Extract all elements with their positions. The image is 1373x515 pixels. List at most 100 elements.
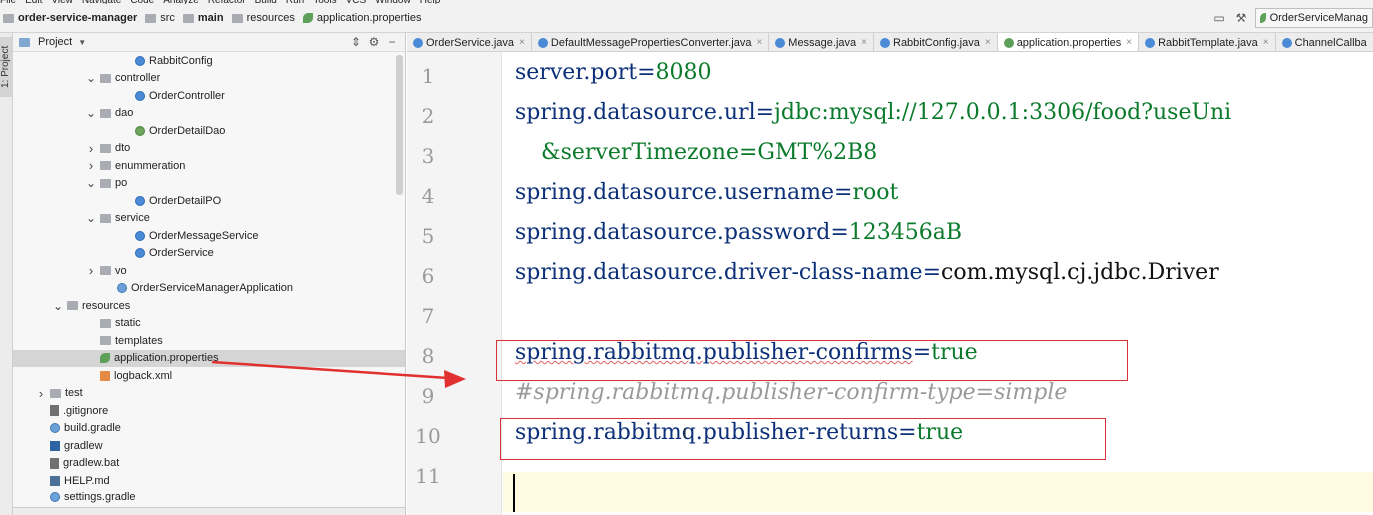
- chevron-right-icon[interactable]: ›: [35, 386, 47, 401]
- line-number: 9: [421, 384, 435, 408]
- tree-item[interactable]: › enummeration: [13, 157, 405, 175]
- breadcrumb-main[interactable]: main: [182, 12, 224, 24]
- xml-file-icon: [100, 370, 110, 381]
- close-icon[interactable]: ×: [1126, 37, 1132, 48]
- tree-item[interactable]: ⌄ service: [13, 210, 405, 228]
- tree-item[interactable]: templates: [13, 332, 405, 350]
- tree-item[interactable]: OrderDetailDao: [13, 122, 405, 140]
- editor-tab[interactable]: RabbitConfig.java ×: [874, 33, 998, 51]
- tree-item[interactable]: logback.xml: [13, 367, 405, 385]
- line-number: 6: [421, 264, 435, 288]
- current-line-highlight: [503, 472, 1373, 512]
- gear-icon[interactable]: ⚙: [365, 35, 383, 49]
- editor-tab[interactable]: DefaultMessagePropertiesConverter.java ×: [532, 33, 770, 51]
- folder-icon: [100, 266, 111, 276]
- tree-item[interactable]: gradlew: [13, 437, 405, 455]
- tree-item[interactable]: static: [13, 315, 405, 333]
- tree-item[interactable]: gradlew.bat: [13, 455, 405, 473]
- chevron-right-icon[interactable]: ›: [85, 158, 97, 173]
- folder-icon: [145, 13, 157, 23]
- breadcrumb-resources[interactable]: resources: [231, 12, 295, 24]
- tree-item[interactable]: ⌄ resources: [13, 297, 405, 315]
- code-line-4: spring.datasource.username=root: [515, 180, 899, 205]
- resources-folder-icon: [231, 13, 243, 23]
- line-number: 4: [421, 184, 435, 208]
- chevron-down-icon[interactable]: ▼: [78, 38, 86, 47]
- close-icon[interactable]: ×: [756, 37, 762, 48]
- tree-item-label: service: [115, 212, 150, 225]
- project-tool-window-button[interactable]: 1: Project: [0, 37, 13, 97]
- breadcrumb-file[interactable]: application.properties: [302, 12, 421, 24]
- window-icon[interactable]: ▭: [1211, 10, 1227, 26]
- tree-item-label: templates: [115, 334, 163, 347]
- class-icon: [413, 37, 423, 48]
- chevron-right-icon[interactable]: ›: [85, 141, 97, 156]
- tree-item-label: resources: [82, 299, 131, 312]
- highlight-box-publisher-returns: [500, 418, 1106, 460]
- project-panel: Project ▼ ⇕ ⚙ − RabbitConfig ⌄ controller O…: [13, 33, 406, 515]
- tree-item[interactable]: ⌄ controller: [13, 70, 405, 88]
- tree-item[interactable]: .gitignore: [13, 402, 405, 420]
- tree-item-label: application.properties: [114, 352, 219, 365]
- tree-item[interactable]: OrderServiceManagerApplication: [13, 280, 405, 298]
- class-icon: [1281, 37, 1292, 48]
- editor-tab[interactable]: RabbitTemplate.java ×: [1139, 33, 1276, 51]
- tree-item[interactable]: OrderService: [13, 245, 405, 263]
- chevron-down-icon[interactable]: ⌄: [52, 299, 64, 313]
- tree-item[interactable]: build.gradle: [13, 420, 405, 438]
- chevron-down-icon[interactable]: ⌄: [85, 106, 97, 120]
- code-line-9: #spring.rabbitmq.publisher-confirm-type=…: [515, 380, 1068, 405]
- tree-item[interactable]: › dto: [13, 140, 405, 158]
- close-icon[interactable]: ×: [985, 37, 991, 48]
- editor-tabs: OrderService.java × DefaultMessageProperti…: [407, 33, 1373, 52]
- chevron-down-icon[interactable]: ⌄: [85, 176, 97, 190]
- close-icon[interactable]: ×: [519, 37, 525, 48]
- tree-item[interactable]: RabbitConfig: [13, 52, 405, 70]
- folder-icon: [100, 213, 111, 223]
- text-caret: [513, 474, 515, 512]
- run-configuration-selector[interactable]: OrderServiceManag: [1255, 8, 1373, 28]
- folder-icon: [100, 336, 111, 346]
- tree-item[interactable]: › vo: [13, 262, 405, 280]
- editor-tab[interactable]: ChannelCallba: [1276, 33, 1373, 51]
- tree-item[interactable]: application.properties: [13, 349, 405, 367]
- project-panel-title: Project: [38, 36, 73, 48]
- tree-item-label: static: [115, 317, 141, 330]
- editor-tab[interactable]: application.properties ×: [997, 33, 1140, 51]
- class-icon: [537, 37, 548, 48]
- tree-item[interactable]: OrderController: [13, 87, 405, 105]
- tree-item-label: build.gradle: [64, 422, 121, 435]
- chevron-down-icon[interactable]: ⌄: [85, 71, 97, 85]
- breadcrumb-src[interactable]: src: [145, 12, 175, 24]
- tree-item-label: OrderController: [149, 89, 225, 102]
- tab-label: ChannelCallba: [1294, 36, 1367, 49]
- tree-item-label: OrderDetailDao: [149, 124, 226, 137]
- file-icon: [50, 405, 59, 417]
- chevron-right-icon[interactable]: ›: [85, 263, 97, 278]
- code-area[interactable]: server.port=8080 spring.datasource.url=j…: [496, 52, 1373, 515]
- tree-item[interactable]: OrderMessageService: [13, 227, 405, 245]
- spring-icon: [1260, 13, 1266, 23]
- line-number: 10: [415, 424, 441, 448]
- build-hammer-icon[interactable]: ⚒: [1233, 10, 1249, 26]
- collapse-all-icon[interactable]: ⇕: [347, 35, 365, 49]
- tree-item[interactable]: › test: [13, 385, 405, 403]
- editor-tab[interactable]: OrderService.java ×: [407, 33, 532, 51]
- class-icon: [135, 55, 145, 66]
- tree-item[interactable]: ⌄ dao: [13, 105, 405, 123]
- tree-item-label: OrderMessageService: [149, 229, 259, 242]
- editor-tab[interactable]: Message.java ×: [769, 33, 874, 51]
- close-icon[interactable]: ×: [1263, 37, 1269, 48]
- tree-item[interactable]: HELP.md: [13, 472, 405, 490]
- tree-item[interactable]: ⌄ po: [13, 175, 405, 193]
- tree-scrollbar[interactable]: [396, 55, 403, 195]
- chevron-down-icon[interactable]: ⌄: [85, 211, 97, 225]
- breadcrumb-project[interactable]: order-service-manager: [3, 12, 137, 24]
- tree-item-label: dto: [115, 142, 131, 155]
- tree-item[interactable]: OrderDetailPO: [13, 192, 405, 210]
- close-icon[interactable]: ×: [861, 37, 867, 48]
- minimize-icon[interactable]: −: [383, 35, 401, 49]
- folder-icon: [100, 143, 111, 153]
- tree-item[interactable]: settings.gradle: [13, 490, 405, 504]
- folder-icon: [100, 161, 111, 171]
